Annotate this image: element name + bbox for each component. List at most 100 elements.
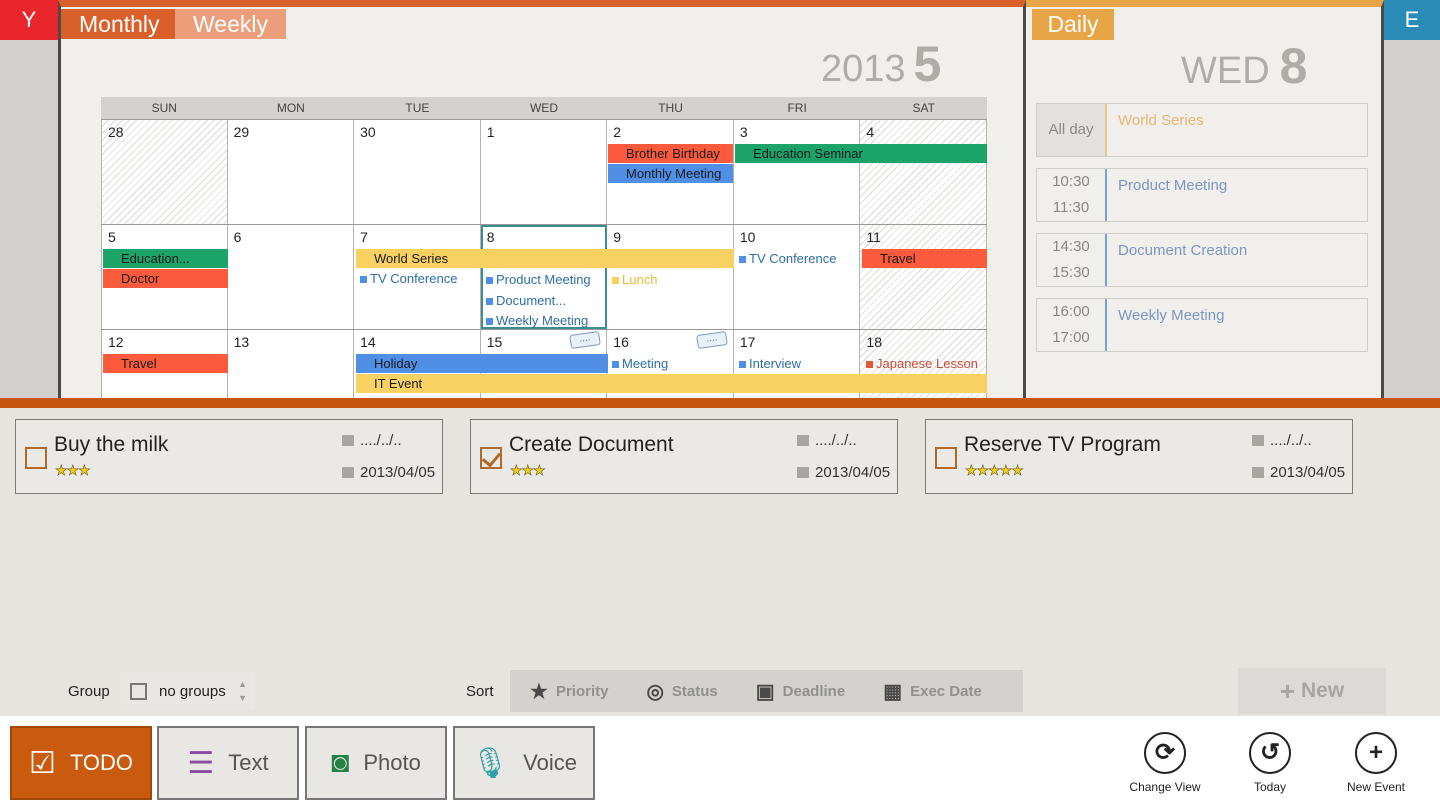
slot-title: Weekly Meeting	[1118, 307, 1225, 324]
daily-panel: Daily WED 8 All day World Series 10:30 11:…	[1026, 0, 1384, 398]
event-bar[interactable]: Monthly Meeting	[608, 164, 733, 183]
day-cell[interactable]: 10	[733, 225, 861, 329]
day-header-day: 8	[1279, 38, 1308, 94]
slot-time: All day	[1037, 104, 1107, 156]
daily-slot-allday[interactable]: All day World Series	[1036, 103, 1368, 157]
daily-slot[interactable]: 16:00 17:00 Weekly Meeting	[1036, 298, 1368, 352]
event-bar[interactable]: Education...	[103, 249, 228, 268]
todo-checkbox[interactable]	[25, 447, 47, 469]
event-item[interactable]: Lunch	[608, 270, 732, 289]
prev-panel-tab[interactable]: Y	[0, 0, 58, 40]
day-cell[interactable]: 11	[860, 225, 987, 329]
tab-weekly[interactable]: Weekly	[175, 9, 286, 39]
calendar-check-icon	[797, 467, 809, 478]
mode-voice-button[interactable]: 🎙 Voice	[453, 726, 595, 800]
day-cell[interactable]: 13	[227, 330, 355, 398]
slot-title: Document Creation	[1118, 242, 1248, 259]
next-panel-tab[interactable]: E	[1384, 0, 1440, 40]
todo-card[interactable]: Create Document ★★★ ..../../.. 2013/04/0…	[470, 419, 898, 494]
spinner-arrows-icon[interactable]: ▲ ▼	[238, 677, 247, 705]
deadline-value: 2013/04/05	[1270, 464, 1346, 481]
month-grid: SUN MON TUE WED THU FRI SAT 28 29 30 1 2…	[101, 97, 987, 398]
calendar-icon: ▦	[883, 680, 903, 703]
priority-stars: ★★★	[510, 462, 546, 479]
deadline-value: 2013/04/05	[360, 464, 436, 481]
day-cell[interactable]: 28	[101, 120, 228, 224]
event-bar[interactable]: Education Seminar	[735, 144, 987, 163]
change-view-button[interactable]: ⟳ Change View	[1115, 732, 1215, 794]
todo-checkbox-checked[interactable]	[480, 447, 502, 469]
day-number: 9	[613, 229, 622, 245]
event-item[interactable]: Interview	[735, 354, 859, 373]
monthly-panel: Monthly Weekly 2013 5 SUN MON TUE WED THU…	[58, 0, 1026, 398]
event-bar[interactable]: Travel	[862, 249, 987, 268]
target-icon: ◎	[646, 680, 664, 703]
sort-options: ★ Priority ◎ Status ▣ Deadline ▦ Exec Date	[510, 670, 1023, 712]
sort-priority-button[interactable]: ★ Priority	[530, 679, 608, 704]
weekday-tue: TUE	[405, 101, 430, 115]
day-number: 8	[486, 229, 495, 245]
month-header: 2013 5	[821, 35, 941, 93]
event-item[interactable]: Document...	[482, 291, 606, 310]
new-todo-button[interactable]: + New	[1238, 668, 1386, 714]
slot-start: 10:30	[1052, 173, 1090, 190]
new-event-button[interactable]: + New Event	[1326, 732, 1426, 794]
event-bar[interactable]: Travel	[103, 354, 228, 373]
todo-checkbox[interactable]	[935, 447, 957, 469]
memo-icon[interactable]: ....	[696, 330, 728, 350]
day-number: 18	[866, 334, 882, 350]
event-item[interactable]: Weekly Meeting	[482, 311, 606, 330]
group-select[interactable]: no groups ▲ ▼	[120, 672, 255, 710]
mode-text-button[interactable]: ☰ Text	[157, 726, 299, 800]
event-item[interactable]: TV Conference	[356, 269, 480, 288]
sort-status-button[interactable]: ◎ Status	[646, 679, 717, 704]
sort-option-label: Exec Date	[910, 682, 982, 700]
event-bar[interactable]: Holiday	[356, 354, 608, 373]
day-cell[interactable]: 3	[733, 120, 861, 224]
event-bar[interactable]: Doctor	[103, 269, 228, 288]
mode-label: TODO	[69, 750, 134, 775]
today-button[interactable]: ↺ Today	[1220, 732, 1320, 794]
day-number: 12	[108, 334, 124, 350]
app-button-label: Change View	[1129, 780, 1201, 794]
mode-photo-button[interactable]: ◙ Photo	[305, 726, 447, 800]
day-cell[interactable]: 1	[480, 120, 608, 224]
weekday-header: SUN MON TUE WED THU FRI SAT	[101, 97, 987, 119]
sort-exec-date-button[interactable]: ▦ Exec Date	[883, 679, 982, 704]
weekday-wed: WED	[529, 101, 558, 115]
event-item[interactable]: TV Conference	[735, 249, 859, 268]
todo-exec-date: ..../../..	[342, 432, 402, 449]
event-bar[interactable]: IT Event	[356, 374, 987, 393]
sort-option-label: Priority	[555, 682, 609, 700]
panel-divider[interactable]	[0, 398, 1440, 408]
day-number: 11	[866, 229, 881, 245]
tab-monthly[interactable]: Monthly	[61, 9, 178, 39]
month-header-month: 5	[913, 36, 942, 92]
slot-end: 17:00	[1052, 329, 1090, 346]
event-bar[interactable]: Brother Birthday	[608, 144, 733, 163]
event-item[interactable]: Japanese Lesson	[862, 354, 986, 373]
day-cell[interactable]: 6	[227, 225, 355, 329]
day-number: 10	[739, 229, 756, 245]
text-lines-icon: ☰	[187, 746, 215, 780]
weekday-sat: SAT	[912, 101, 935, 115]
event-bar[interactable]: World Series	[356, 249, 734, 268]
event-item[interactable]: Meeting	[608, 354, 732, 373]
todo-title: Buy the milk	[54, 433, 169, 456]
day-cell[interactable]: 4	[860, 120, 987, 224]
app-button-label: Today	[1253, 780, 1287, 794]
day-cell[interactable]: 29	[227, 120, 355, 224]
daily-slot[interactable]: 10:30 11:30 Product Meeting	[1036, 168, 1368, 222]
mode-todo-button[interactable]: ☑ TODO	[10, 726, 152, 800]
day-cell[interactable]: 30	[354, 120, 481, 224]
memo-icon[interactable]: ....	[569, 330, 602, 350]
event-item[interactable]: Product Meeting	[482, 270, 606, 289]
todo-card[interactable]: Reserve TV Program ★★★★★ ..../../.. 2013…	[925, 419, 1353, 494]
todo-card[interactable]: Buy the milk ★★★ ..../../.. 2013/04/05	[15, 419, 443, 494]
weekday-thu: THU	[658, 101, 683, 115]
plus-icon: +	[1355, 732, 1397, 774]
sort-deadline-button[interactable]: ▣ Deadline	[756, 679, 845, 704]
day-header: WED 8	[1181, 37, 1307, 95]
tab-daily[interactable]: Daily	[1032, 9, 1114, 40]
daily-slot[interactable]: 14:30 15:30 Document Creation	[1036, 233, 1368, 287]
